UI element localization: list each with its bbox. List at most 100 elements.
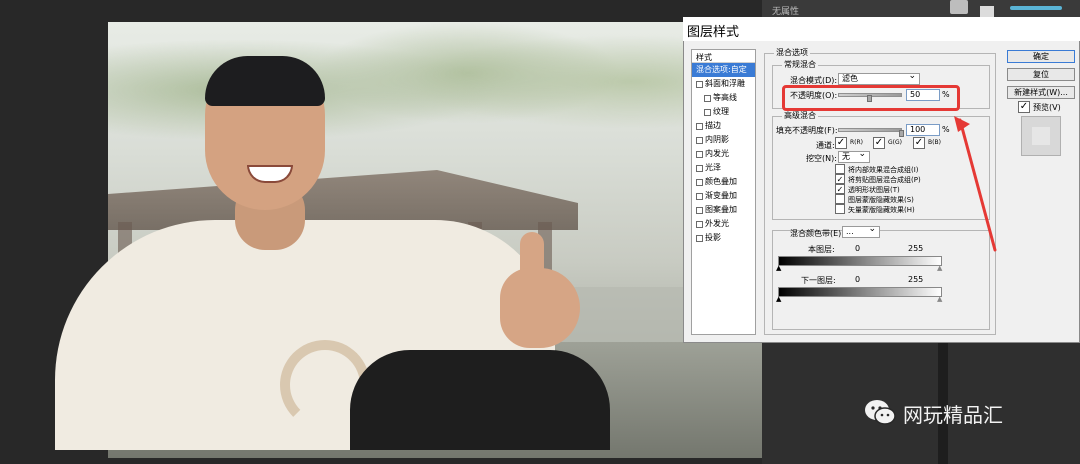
advanced-option-checkbox[interactable] bbox=[835, 194, 845, 204]
this-layer-black-handle[interactable]: ▲ bbox=[776, 264, 781, 272]
style-item[interactable]: 投影 bbox=[692, 231, 755, 245]
style-item-checkbox[interactable] bbox=[696, 206, 703, 214]
style-item[interactable]: 渐变叠加 bbox=[692, 189, 755, 203]
blend-if-label: 混合颜色带(E): bbox=[790, 229, 844, 238]
channel-r-label: R(R) bbox=[850, 139, 864, 146]
style-item-label: 渐变叠加 bbox=[705, 191, 737, 200]
style-item-checkbox[interactable] bbox=[696, 220, 703, 228]
this-layer-max: 255 bbox=[908, 244, 924, 253]
style-item[interactable]: 斜面和浮雕 bbox=[692, 77, 755, 91]
advanced-option-label: 图层蒙版隐藏效果(S) bbox=[848, 196, 914, 204]
style-item[interactable]: 颜色叠加 bbox=[692, 175, 755, 189]
this-layer-gradient[interactable] bbox=[778, 256, 942, 266]
knockout-select[interactable]: 无 bbox=[838, 149, 870, 163]
underlying-max: 255 bbox=[908, 275, 924, 284]
watermark: 网玩精品汇 bbox=[863, 398, 1003, 428]
fill-opacity-slider[interactable] bbox=[838, 128, 902, 132]
advanced-option-checkbox[interactable] bbox=[835, 164, 845, 174]
advanced-option-label: 透明形状图层(T) bbox=[848, 186, 900, 194]
style-item[interactable]: 内阴影 bbox=[692, 133, 755, 147]
advanced-option-label: 将剪贴图层混合成组(P) bbox=[848, 176, 921, 184]
style-item-label: 内发光 bbox=[705, 149, 729, 158]
advanced-option-checkbox[interactable]: ✓ bbox=[835, 184, 845, 194]
general-blend-label: 常规混合 bbox=[782, 59, 818, 70]
wechat-icon bbox=[865, 400, 896, 425]
style-item-label: 外发光 bbox=[705, 219, 729, 228]
style-item-label: 斜面和浮雕 bbox=[705, 79, 745, 88]
fill-opacity-slider-thumb[interactable] bbox=[899, 130, 904, 137]
style-item-checkbox[interactable] bbox=[696, 122, 703, 130]
style-item-label: 纹理 bbox=[713, 107, 729, 116]
this-layer-min: 0 bbox=[855, 244, 861, 253]
style-item-checkbox[interactable] bbox=[696, 192, 703, 200]
style-item-checkbox[interactable] bbox=[704, 94, 711, 102]
style-item-checkbox[interactable] bbox=[696, 234, 703, 242]
style-item-checkbox[interactable] bbox=[704, 108, 711, 116]
advanced-option-label: 将内部效果混合成组(I) bbox=[848, 166, 919, 174]
dialog-titlebar[interactable]: 图层样式 bbox=[683, 17, 1080, 41]
style-item-label: 混合选项:自定 bbox=[696, 65, 747, 74]
advanced-option-checkbox[interactable]: ✓ bbox=[835, 174, 845, 184]
panel-menu-icon[interactable] bbox=[950, 0, 968, 14]
style-item-checkbox[interactable] bbox=[696, 150, 703, 158]
preview-label: 预览(V) bbox=[1033, 103, 1061, 112]
channel-g-label: G(G) bbox=[888, 139, 902, 146]
panel-slider[interactable] bbox=[1010, 6, 1062, 10]
opacity-highlight-box bbox=[782, 85, 960, 111]
channel-r-checkbox[interactable]: ✓ bbox=[835, 137, 847, 149]
style-item[interactable]: 光泽 bbox=[692, 161, 755, 175]
channel-b-label: B(B) bbox=[928, 139, 941, 146]
new-style-button[interactable]: 新建样式(W)... bbox=[1007, 86, 1075, 99]
style-item[interactable]: 外发光 bbox=[692, 217, 755, 231]
style-item-checkbox[interactable] bbox=[696, 164, 703, 172]
fill-opacity-label: 填充不透明度(F): bbox=[776, 126, 838, 135]
style-item[interactable]: 混合选项:自定 bbox=[692, 63, 755, 77]
style-item-checkbox[interactable] bbox=[696, 136, 703, 144]
person-hand bbox=[500, 268, 580, 348]
style-item[interactable]: 描边 bbox=[692, 119, 755, 133]
underlying-white-handle[interactable]: ▲ bbox=[937, 295, 942, 303]
channel-b-checkbox[interactable]: ✓ bbox=[913, 137, 925, 149]
watermark-text: 网玩精品汇 bbox=[903, 402, 1003, 427]
advanced-option-label: 矢量蒙版隐藏效果(H) bbox=[848, 206, 915, 214]
channel-g-checkbox[interactable]: ✓ bbox=[873, 137, 885, 149]
properties-title: 无属性 bbox=[772, 7, 800, 17]
styles-list-header: 样式 bbox=[692, 50, 755, 63]
style-preview-swatch bbox=[1021, 116, 1061, 156]
style-item-label: 内阴影 bbox=[705, 135, 729, 144]
underlying-layer-label: 下一图层: bbox=[801, 276, 836, 285]
this-layer-white-handle[interactable]: ▲ bbox=[937, 264, 942, 272]
style-item-label: 图案叠加 bbox=[705, 205, 737, 214]
style-item-label: 等高线 bbox=[713, 93, 737, 102]
knockout-label: 挖空(N): bbox=[806, 154, 837, 163]
person-hair bbox=[205, 56, 325, 106]
styles-list: 样式 混合选项:自定斜面和浮雕等高线纹理描边内阴影内发光光泽颜色叠加渐变叠加图案… bbox=[691, 49, 756, 335]
style-item-label: 描边 bbox=[705, 121, 721, 130]
style-item[interactable]: 内发光 bbox=[692, 147, 755, 161]
advanced-option-checkbox[interactable] bbox=[835, 204, 845, 214]
advanced-blend-label: 高级混合 bbox=[782, 110, 818, 121]
person-pants bbox=[350, 350, 610, 450]
style-item-checkbox[interactable] bbox=[696, 178, 703, 186]
fill-opacity-field[interactable]: 100 bbox=[906, 124, 940, 136]
style-item-checkbox[interactable] bbox=[696, 80, 703, 88]
underlying-gradient[interactable] bbox=[778, 287, 942, 297]
style-item-label: 光泽 bbox=[705, 163, 721, 172]
blend-mode-select[interactable]: 滤色 bbox=[838, 71, 920, 85]
annotation-arrow-icon bbox=[954, 116, 997, 252]
style-item-label: 颜色叠加 bbox=[705, 177, 737, 186]
blend-if-select[interactable]: ... bbox=[842, 224, 880, 238]
preview-checkbox[interactable]: ✓ bbox=[1018, 101, 1030, 113]
fill-opacity-percent: % bbox=[942, 125, 950, 134]
channels-label: 通道: bbox=[816, 141, 835, 150]
dialog-title: 图层样式 bbox=[687, 25, 740, 40]
reset-button[interactable]: 复位 bbox=[1007, 68, 1075, 81]
style-item-label: 投影 bbox=[705, 233, 721, 242]
style-item[interactable]: 纹理 bbox=[692, 105, 755, 119]
this-layer-label: 本图层: bbox=[808, 245, 835, 254]
ok-button[interactable]: 确定 bbox=[1007, 50, 1075, 63]
style-item[interactable]: 图案叠加 bbox=[692, 203, 755, 217]
underlying-black-handle[interactable]: ▲ bbox=[776, 295, 781, 303]
screenshot-root: 无属性 图层样式 样式 混合选项:自定斜面和浮雕等高线纹理描边内阴影内发光光泽颜… bbox=[0, 0, 1080, 464]
style-item[interactable]: 等高线 bbox=[692, 91, 755, 105]
